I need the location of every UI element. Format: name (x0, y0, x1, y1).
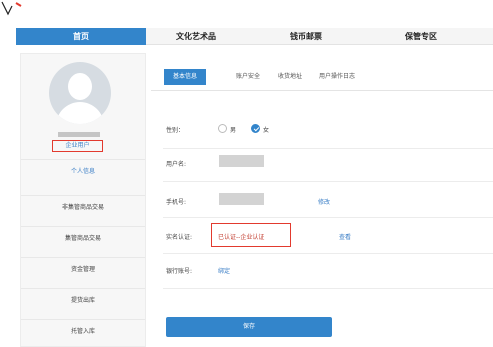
nav-item-home[interactable]: 首页 (16, 28, 146, 45)
nav-item-coins-stamps[interactable]: 钱币邮票 (266, 28, 346, 45)
realname-view-link[interactable]: 查看 (339, 232, 351, 241)
nav-item-custody[interactable]: 保管专区 (381, 28, 461, 45)
divider (163, 288, 493, 289)
avatar-placeholder-icon (49, 62, 111, 124)
user-type-badge: 企业用户 (52, 140, 103, 152)
divider (163, 253, 493, 254)
top-navigation: 首页 文化艺术品 钱币邮票 保管专区 (16, 28, 493, 45)
radio-male[interactable] (218, 124, 227, 133)
sidebar-item-pickup[interactable]: 提货出库 (21, 288, 145, 312)
gender-female-label: 女 (263, 127, 270, 134)
sidebar-item-funds[interactable]: 资金管理 (21, 257, 145, 281)
bank-label: 银行账号: (166, 268, 193, 275)
top-strip (0, 0, 493, 28)
profile-tabs: 基本信息 账户安全 收货地址 用户操作日志 (151, 63, 493, 91)
save-button[interactable]: 保存 (166, 317, 332, 337)
realname-label: 实名认证: (166, 234, 193, 241)
divider (163, 181, 493, 182)
sidebar-item-deposit[interactable]: 托管入库 (21, 319, 145, 343)
nav-item-art[interactable]: 文化艺术品 (156, 28, 236, 45)
phone-label: 手机号: (166, 199, 187, 206)
bank-bind-link[interactable]: 绑定 (218, 266, 230, 275)
username-label: 用户名: (166, 161, 187, 168)
sidebar-item-profile[interactable]: 个人信息 (21, 159, 145, 183)
gender-male-label: 男 (230, 127, 237, 134)
realname-status: 已认证--企业认证 (218, 234, 265, 241)
username-value-redacted (219, 155, 264, 167)
tab-basic-info[interactable]: 基本信息 (164, 69, 206, 85)
username-redacted (58, 132, 100, 137)
sidebar: 企业用户 个人信息 非集管商品交易 集管商品交易 资金管理 提货出库 托管入库 (20, 53, 146, 347)
avatar-body (56, 102, 104, 124)
gender-label: 性别： (166, 127, 185, 134)
sidebar-item-non-custody-trade[interactable]: 非集管商品交易 (21, 195, 145, 219)
divider (163, 148, 493, 149)
avatar-head (68, 73, 92, 100)
phone-edit-link[interactable]: 修改 (318, 197, 330, 206)
radio-female[interactable] (251, 124, 260, 133)
pen-mark-icon (1, 1, 22, 16)
tab-operation-log[interactable]: 用户操作日志 (311, 69, 363, 85)
tab-shipping-address[interactable]: 收货地址 (273, 69, 307, 85)
divider (163, 217, 493, 218)
sidebar-item-custody-trade[interactable]: 集管商品交易 (21, 226, 145, 250)
phone-value-redacted (219, 193, 264, 205)
tab-account-security[interactable]: 账户安全 (229, 69, 267, 85)
